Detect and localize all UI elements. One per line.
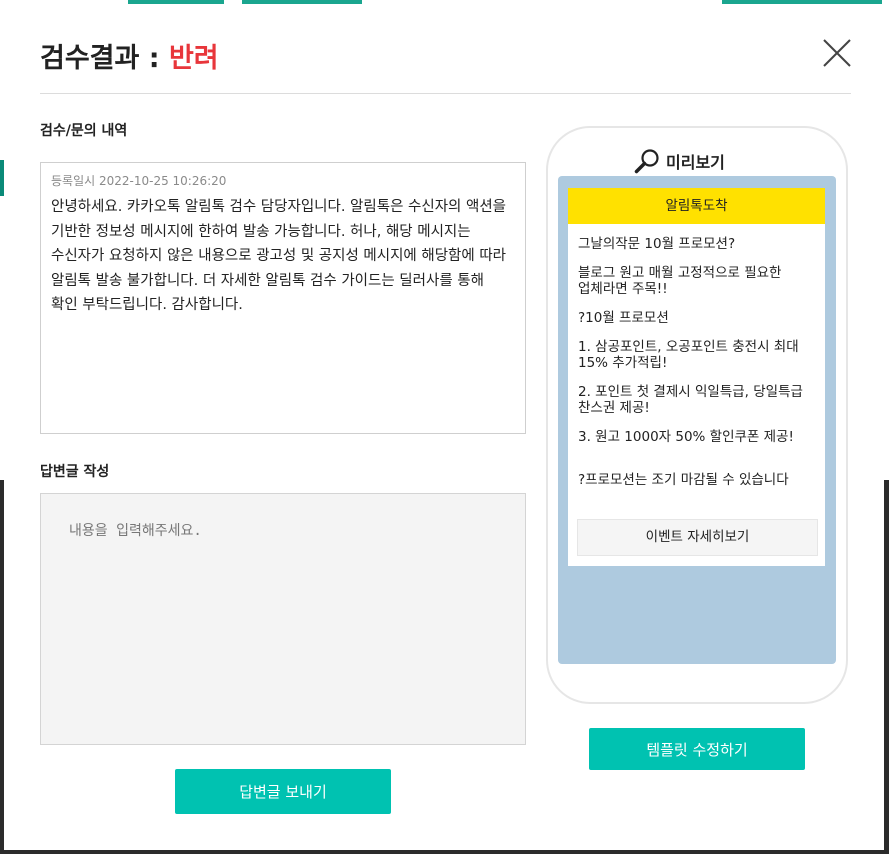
send-reply-button[interactable]: 답변글 보내기 [175,769,391,814]
message-card: 알림톡도착 그날의작문 10월 프로모션? 블로그 원고 매월 고정적으로 필요… [568,188,825,566]
inquiry-date: 등록일시 2022-10-25 10:26:20 [51,174,227,188]
message-card-header: 알림톡도착 [568,188,825,224]
message-line: ?프로모션는 조기 마감될 수 있습니다 [578,472,789,488]
close-icon [823,39,851,67]
message-card-body: 그날의작문 10월 프로모션? 블로그 원고 매월 고정적으로 필요한 업체라면… [568,224,825,488]
inquiry-content: 안녕하세요. 카카오톡 알림톡 검수 담당자입니다. 알림톡은 수신자의 액션을… [51,199,507,313]
inquiry-box: 등록일시 2022-10-25 10:26:20 안녕하세요. 카카오톡 알림톡… [40,162,526,434]
reply-label: 답변글 작성 [40,464,110,480]
message-line: 3. 원고 1000자 50% 할인쿠폰 제공! [578,429,794,445]
title-prefix: 검수결과 : [40,43,169,74]
preview-screen: 알림톡도착 그날의작문 10월 프로모션? 블로그 원고 매월 고정적으로 필요… [558,176,836,664]
preview-header: 미리보기 [634,148,725,174]
inquiry-label: 검수/문의 내역 [40,123,128,139]
message-line: ?10월 프로모션 [578,310,669,326]
event-details-button[interactable]: 이벤트 자세히보기 [577,519,818,556]
magnifier-icon [634,149,659,174]
message-line: 1. 삼공포인트, 오공포인트 충전시 최대 15% 추가적립! [578,339,799,371]
phone-preview: 미리보기 알림톡도착 그날의작문 10월 프로모션? 블로그 원고 매월 고정적… [546,126,848,704]
edit-template-button[interactable]: 템플릿 수정하기 [589,728,805,770]
message-line: 블로그 원고 매월 고정적으로 필요한 업체라면 주목!! [578,265,782,297]
title-divider [40,93,851,94]
review-result-modal: 검수결과 : 반려 검수/문의 내역 등록일시 2022-10-25 10:26… [4,4,884,850]
message-line: 2. 포인트 첫 결제시 익일특급, 당일특급 찬스권 제공! [578,384,803,416]
preview-title: 미리보기 [666,153,725,172]
reply-textarea[interactable] [40,493,526,745]
status-text: 반려 [168,43,219,74]
message-line: 그날의작문 10월 프로모션? [578,236,736,252]
close-button[interactable] [822,38,852,68]
modal-title: 검수결과 : 반려 [40,36,219,75]
